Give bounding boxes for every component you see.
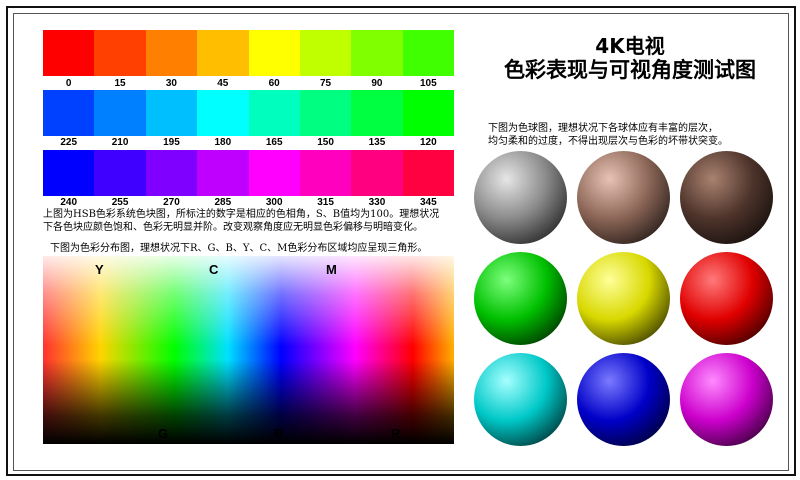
gamut-label-g: G <box>158 426 169 441</box>
hue-swatch <box>248 150 300 196</box>
hsb-description-line1: 上图为HSB色彩系统色块图，所标注的数字是相应的色相角，S、B值均为100。理想… <box>43 209 440 220</box>
hue-labels-2: 225 210 195 180 165 150 135 120 <box>43 137 454 151</box>
hue-strip-2 <box>43 90 454 136</box>
color-gamut-chart: Y C M G B R <box>43 256 454 444</box>
magenta-sphere <box>680 353 773 446</box>
hue-swatch <box>402 30 454 76</box>
gamut-label-y: Y <box>95 262 104 277</box>
pink-brown-sphere <box>577 151 670 244</box>
hue-swatch <box>299 150 352 196</box>
hue-swatch <box>145 150 198 196</box>
gray-sphere <box>474 151 567 244</box>
green-sphere <box>474 252 567 345</box>
hsb-description: 上图为HSB色彩系统色块图，所标注的数字是相应的色相角，S、B值均为100。理想… <box>43 208 463 234</box>
hue-swatch <box>94 30 146 76</box>
gamut-description: 下图为色彩分布图，理想状况下R、G、B、Y、C、M色彩分布区域均应呈现三角形。 <box>50 243 428 254</box>
cyan-sphere <box>474 353 567 446</box>
hue-swatch <box>43 30 95 76</box>
hue-swatch <box>197 30 249 76</box>
hsb-description-line2: 下各色块应颜色饱和、色彩无明显并阶。改变观察角度应无明显色彩偏移与明暗变化。 <box>43 222 423 233</box>
hue-swatch <box>351 90 403 136</box>
gamut-label-b: B <box>274 426 284 441</box>
hue-swatch <box>43 90 95 136</box>
hue-angle-label: 120 <box>419 137 437 148</box>
hue-angle-label: 195 <box>163 137 180 148</box>
hue-swatch <box>299 90 352 136</box>
sphere-description-line1: 下图为色球图，理想状况下各球体应有丰富的层次， <box>488 123 718 134</box>
red-sphere <box>680 252 773 345</box>
hue-swatch <box>145 30 198 76</box>
hue-swatch <box>402 90 454 136</box>
hue-angle-label: 180 <box>214 137 232 148</box>
hue-swatch <box>248 90 300 136</box>
sphere-grid <box>468 145 778 455</box>
blue-sphere <box>577 353 670 446</box>
hue-strip-1 <box>43 30 454 76</box>
hue-swatch <box>248 30 300 76</box>
hue-swatch <box>43 150 95 196</box>
hue-swatch <box>351 150 403 196</box>
hue-angle-label: 225 <box>60 137 78 148</box>
hue-swatch <box>299 30 352 76</box>
yellow-sphere <box>577 252 670 345</box>
hue-swatch <box>94 90 146 136</box>
hue-swatch <box>94 150 146 196</box>
hue-swatch <box>145 90 198 136</box>
title-line2: 色彩表现与可视角度测试图 <box>504 58 756 82</box>
hue-angle-label: 150 <box>317 137 334 148</box>
dark-brown-sphere <box>680 151 773 244</box>
hue-angle-label: 165 <box>265 137 283 148</box>
hue-strip-3 <box>43 150 454 196</box>
hue-angle-label: 135 <box>368 137 386 148</box>
hue-angle-label: 210 <box>111 137 129 148</box>
hue-swatch <box>402 150 454 196</box>
hue-swatch <box>197 150 249 196</box>
gamut-label-c: C <box>209 262 219 277</box>
hue-swatch <box>197 90 249 136</box>
hue-swatch <box>351 30 403 76</box>
gamut-label-r: R <box>391 426 401 441</box>
gamut-label-m: M <box>326 262 337 277</box>
gamut-black-overlay <box>43 256 454 444</box>
